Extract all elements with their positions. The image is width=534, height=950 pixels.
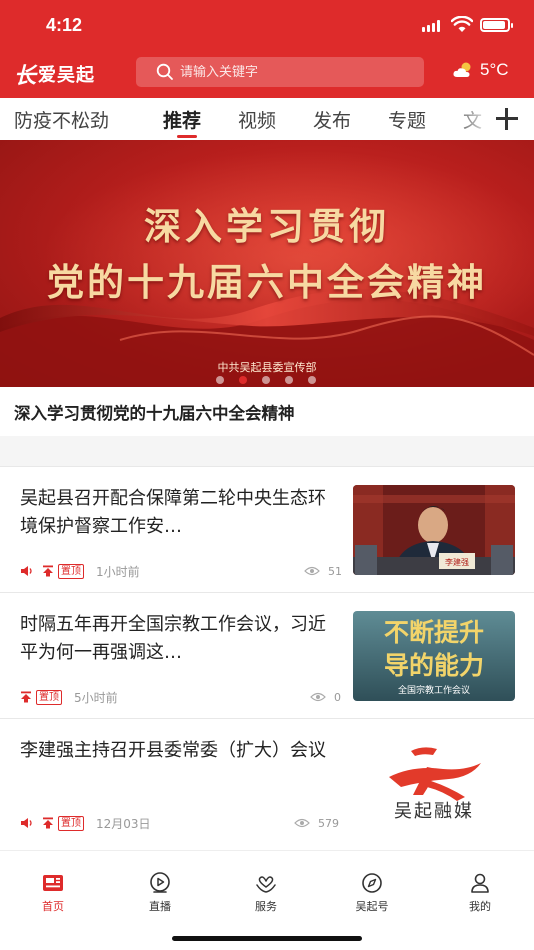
- news-views: 579: [294, 815, 339, 831]
- logo-text: 爱吴起: [38, 65, 96, 86]
- carousel-dot[interactable]: [308, 376, 316, 384]
- news-home-icon: [43, 875, 63, 891]
- eye-icon: [304, 566, 320, 576]
- news-thumbnail: 吴起融媒: [353, 737, 515, 827]
- tab-video[interactable]: 视频: [238, 106, 276, 133]
- active-tab-indicator: [177, 135, 197, 138]
- news-item[interactable]: 时隔五年再开全国宗教工作会议，习近平为何一再强调这… 置顶 5小时前 0 不断提…: [0, 593, 534, 719]
- service-heart-icon: [256, 876, 276, 893]
- nav-home[interactable]: 首页: [23, 871, 83, 914]
- view-count: 579: [318, 816, 339, 830]
- poster-line-3: 全国宗教工作会议: [398, 684, 470, 696]
- news-meta: 置顶 12月03日: [20, 815, 151, 831]
- status-time: 4:12: [46, 15, 83, 35]
- pin-top-icon: [43, 565, 53, 577]
- news-time: 5小时前: [74, 690, 118, 705]
- news-title: 时隔五年再开全国宗教工作会议，习近平为何一再强调这…: [20, 614, 326, 663]
- news-item[interactable]: 吴起县召开配合保障第二轮中央生态环境保护督察工作安… 置顶 1小时前 51 李建…: [0, 467, 534, 593]
- audio-speaker-icon[interactable]: [20, 817, 34, 829]
- status-bar: 4:12: [0, 0, 534, 48]
- eye-icon: [294, 818, 310, 828]
- battery-icon: [480, 18, 513, 32]
- news-time: 1小时前: [96, 564, 140, 579]
- nav-wuqi-account[interactable]: 吴起号: [342, 871, 402, 914]
- view-count: 0: [334, 690, 341, 704]
- channel-tabs: 防疫不松劲 推荐 视频 发布 专题 文: [0, 98, 534, 140]
- eye-icon: [310, 692, 326, 702]
- carousel-dot[interactable]: [285, 376, 293, 384]
- weather-widget[interactable]: 5°C: [452, 60, 509, 80]
- nav-label: 服务: [255, 900, 277, 913]
- pinned-badge: 置顶: [58, 563, 84, 579]
- top-header: 4:12 长 爱吴起 5°C: [0, 0, 534, 98]
- nav-label: 吴起号: [355, 900, 389, 913]
- nav-label: 首页: [42, 900, 64, 913]
- home-indicator[interactable]: [172, 936, 362, 941]
- banner-caption[interactable]: 深入学习贯彻党的十九届六中全会精神: [14, 400, 295, 424]
- pinned-badge: 置顶: [58, 815, 84, 831]
- news-thumbnail: 不断提升 导的能力 全国宗教工作会议: [353, 611, 515, 701]
- section-divider: [0, 436, 534, 466]
- news-title: 吴起县召开配合保障第二轮中央生态环境保护督察工作安…: [20, 488, 326, 537]
- temperature: 5°C: [480, 60, 509, 79]
- audio-speaker-icon[interactable]: [20, 565, 34, 577]
- add-channel-button[interactable]: [494, 106, 520, 132]
- tab-publish[interactable]: 发布: [313, 106, 351, 133]
- news-views: 0: [310, 689, 341, 705]
- live-play-icon: [150, 872, 170, 893]
- media-brand-text: 吴起融媒: [394, 801, 474, 822]
- news-meta: 置顶 1小时前: [20, 563, 140, 579]
- nav-label: 我的: [469, 900, 491, 913]
- news-item[interactable]: 李建强主持召开县委常委（扩大）会议 置顶 12月03日 579 吴起融媒: [0, 719, 534, 845]
- conference-poster: 不断提升 导的能力 全国宗教工作会议: [353, 611, 515, 701]
- carousel-dot-active[interactable]: [239, 376, 247, 384]
- compass-icon: [362, 873, 382, 893]
- nav-label: 直播: [149, 900, 171, 913]
- tab-anti-epidemic[interactable]: 防疫不松劲: [14, 106, 109, 133]
- news-title: 李建强主持召开县委常委（扩大）会议: [20, 740, 326, 761]
- pin-top-icon: [21, 691, 31, 703]
- cellular-signal-icon: [422, 20, 444, 32]
- nav-profile[interactable]: 我的: [450, 871, 510, 914]
- wuqi-media-logo: 吴起融媒: [353, 737, 515, 827]
- poster-line-1: 不断提升: [384, 618, 484, 647]
- meeting-photo: 李建强: [353, 485, 515, 575]
- view-count: 51: [328, 564, 342, 578]
- tabs-fade: [452, 98, 492, 140]
- app-logo[interactable]: 长 爱吴起: [14, 58, 95, 90]
- news-time: 12月03日: [96, 816, 151, 831]
- poster-line-2: 导的能力: [384, 651, 484, 680]
- pin-top-icon: [43, 817, 53, 829]
- news-views: 51: [304, 563, 342, 579]
- pinned-badge: 置顶: [36, 689, 62, 705]
- search-bar[interactable]: [136, 57, 424, 87]
- carousel-dot[interactable]: [216, 376, 224, 384]
- nav-live[interactable]: 直播: [130, 871, 190, 914]
- search-input[interactable]: [180, 64, 400, 80]
- news-thumbnail: 李建强: [353, 485, 515, 575]
- banner-headline-2: 党的十九届六中全会精神: [47, 260, 487, 304]
- logo-mark: 长: [14, 63, 37, 89]
- banner-headline-1: 深入学习贯彻: [144, 204, 390, 248]
- banner-carousel[interactable]: 深入学习贯彻 党的十九届六中全会精神 中共吴起县委宣传部: [0, 140, 534, 387]
- bottom-nav: 首页 直播 服务 吴起号 我的: [0, 850, 534, 950]
- user-icon: [471, 873, 489, 893]
- search-icon: [156, 63, 173, 80]
- carousel-dot[interactable]: [262, 376, 270, 384]
- tab-recommended[interactable]: 推荐: [163, 106, 201, 133]
- wifi-icon: [451, 16, 473, 32]
- carousel-indicator: [216, 376, 326, 384]
- nav-service[interactable]: 服务: [236, 871, 296, 914]
- news-meta: 置顶 5小时前: [20, 689, 118, 705]
- name-placard: 李建强: [445, 557, 469, 567]
- tab-topics[interactable]: 专题: [388, 106, 426, 133]
- partly-cloudy-icon: [453, 62, 471, 77]
- banner-source: 中共吴起县委宣传部: [217, 361, 317, 374]
